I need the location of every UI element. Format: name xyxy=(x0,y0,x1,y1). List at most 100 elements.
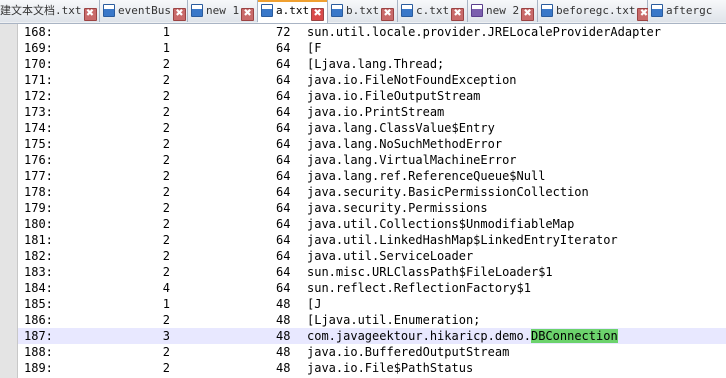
text-file-icon xyxy=(331,4,343,17)
tab-bar: 建文本文档.txt ✖ eventBus ✖ new 1 ✖ a.txt ✖ b.txt… xyxy=(0,0,726,24)
tab-7[interactable]: beforegc.txt ✖ xyxy=(538,0,651,22)
row-number: 189: xyxy=(24,361,53,375)
tab-6[interactable]: new 2 ✖ xyxy=(468,0,538,22)
byte-size: 64 xyxy=(276,57,291,71)
tab-8[interactable]: aftergc xyxy=(648,0,726,22)
close-icon[interactable]: ✖ xyxy=(451,8,465,21)
close-icon[interactable]: ✖ xyxy=(381,8,395,21)
instance-count: 2 xyxy=(162,217,170,231)
text-file-icon xyxy=(541,4,553,17)
instance-count: 2 xyxy=(162,345,170,359)
byte-size: 64 xyxy=(276,89,291,103)
class-name: java.io.File$PathStatus xyxy=(307,361,474,375)
class-name: java.lang.ref.ReferenceQueue$Null xyxy=(307,169,546,183)
close-icon[interactable]: ✖ xyxy=(241,8,255,21)
byte-size: 64 xyxy=(276,137,291,151)
text-line: 174: 2 64 java.lang.ClassValue$Entry xyxy=(18,120,726,136)
class-name: java.security.BasicPermissionCollection xyxy=(307,185,589,199)
text-line: 177: 2 64 java.lang.ref.ReferenceQueue$Null xyxy=(18,168,726,184)
row-number: 182: xyxy=(24,249,53,263)
instance-count: 2 xyxy=(162,73,170,87)
row-number: 178: xyxy=(24,185,53,199)
close-icon[interactable]: ✖ xyxy=(172,8,186,21)
byte-size: 64 xyxy=(276,185,291,199)
class-name: java.lang.ClassValue$Entry xyxy=(307,121,495,135)
tab-label: c.txt xyxy=(416,4,450,17)
tab-label: new 1 xyxy=(206,4,240,17)
class-name: [J xyxy=(307,297,322,311)
text-line: 182: 2 64 java.util.ServiceLoader xyxy=(18,248,726,264)
close-icon[interactable]: ✖ xyxy=(83,8,97,21)
row-number: 173: xyxy=(24,105,53,119)
class-name: java.util.Collections$UnmodifiableMap xyxy=(307,217,575,231)
instance-count: 2 xyxy=(162,361,170,375)
row-number: 171: xyxy=(24,73,53,87)
class-name: java.io.PrintStream xyxy=(307,105,445,119)
text-line: 185: 1 48 [J xyxy=(18,296,726,312)
byte-size: 48 xyxy=(276,361,291,375)
tab-label: a.txt xyxy=(276,4,310,17)
text-file-icon xyxy=(401,4,413,17)
row-number: 187: xyxy=(24,329,53,343)
row-number: 179: xyxy=(24,201,53,215)
text-line: 179: 2 64 java.security.Permissions xyxy=(18,200,726,216)
text-line: 175: 2 64 java.lang.NoSuchMethodError xyxy=(18,136,726,152)
instance-count: 2 xyxy=(162,121,170,135)
row-number: 188: xyxy=(24,345,53,359)
instance-count: 2 xyxy=(162,137,170,151)
close-icon[interactable]: ✖ xyxy=(311,8,325,21)
current-line[interactable]: 187: 3 48 com.javageektour.hikaricp.demo.DB… xyxy=(18,328,726,344)
row-number: 170: xyxy=(24,57,53,71)
row-number: 180: xyxy=(24,217,53,231)
close-icon[interactable]: ✖ xyxy=(521,8,535,21)
class-name: java.util.ServiceLoader xyxy=(307,249,474,263)
tab-1[interactable]: eventBus ✖ xyxy=(100,0,188,22)
instance-count: 1 xyxy=(162,297,170,311)
text-line: 170: 2 64 [Ljava.lang.Thread; xyxy=(18,56,726,72)
tab-label: aftergc xyxy=(666,4,713,17)
text-line: 176: 2 64 java.lang.VirtualMachineError xyxy=(18,152,726,168)
tab-label: 建文本文档.txt xyxy=(0,4,82,17)
byte-size: 64 xyxy=(276,265,291,279)
byte-size: 64 xyxy=(276,41,291,55)
tab-4[interactable]: b.txt ✖ xyxy=(328,0,398,22)
instance-count: 1 xyxy=(162,25,170,39)
tab-label: eventBus xyxy=(118,4,171,17)
byte-size: 64 xyxy=(276,153,291,167)
text-line: 184: 4 64 sun.reflect.ReflectionFactory$1 xyxy=(18,280,726,296)
class-name: sun.util.locale.provider.JRELocaleProvid… xyxy=(307,25,662,39)
text-line: 173: 2 64 java.io.PrintStream xyxy=(18,104,726,120)
byte-size: 64 xyxy=(276,201,291,215)
tab-3[interactable]: a.txt ✖ xyxy=(258,0,328,23)
search-match-highlight: DBConnection xyxy=(530,329,618,343)
instance-count: 1 xyxy=(162,41,170,55)
tab-2[interactable]: new 1 ✖ xyxy=(188,0,258,22)
byte-size: 64 xyxy=(276,233,291,247)
row-number: 186: xyxy=(24,313,53,327)
text-line: 180: 2 64 java.util.Collections$Unmodifiabl… xyxy=(18,216,726,232)
text-line: 186: 2 48 [Ljava.util.Enumeration; xyxy=(18,312,726,328)
instance-count: 2 xyxy=(162,89,170,103)
class-name: com.javageektour.hikaricp.demo.DBConnect… xyxy=(307,328,618,344)
tab-label: b.txt xyxy=(346,4,380,17)
tab-label: beforegc.txt xyxy=(556,4,636,17)
class-name: [F xyxy=(307,41,322,55)
text-line: 183: 2 64 sun.misc.URLClassPath$FileLoader$… xyxy=(18,264,726,280)
row-number: 177: xyxy=(24,169,53,183)
tab-0[interactable]: 建文本文档.txt ✖ xyxy=(0,0,100,22)
class-name: java.io.FileNotFoundException xyxy=(307,73,517,87)
tab-5[interactable]: c.txt ✖ xyxy=(398,0,468,22)
class-name: sun.reflect.ReflectionFactory$1 xyxy=(307,281,531,295)
byte-size: 64 xyxy=(276,73,291,87)
byte-size: 48 xyxy=(276,345,291,359)
text-line: 169: 1 64 [F xyxy=(18,40,726,56)
purple-file-icon xyxy=(471,4,483,17)
class-name: java.security.Permissions xyxy=(307,201,488,215)
instance-count: 2 xyxy=(162,233,170,247)
editor-text-area[interactable]: 168: 1 72 sun.util.locale.provider.JRELocal… xyxy=(18,24,726,378)
text-file-icon xyxy=(103,4,115,17)
byte-size: 48 xyxy=(276,329,291,343)
row-number: 168: xyxy=(24,25,53,39)
byte-size: 48 xyxy=(276,313,291,327)
instance-count: 2 xyxy=(162,265,170,279)
